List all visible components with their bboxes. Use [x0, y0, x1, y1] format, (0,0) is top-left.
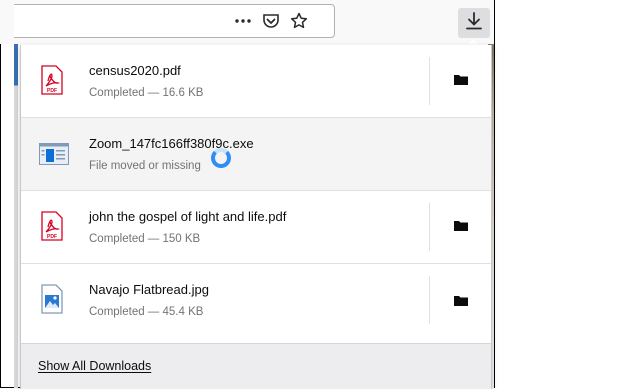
download-item[interactable]: Navajo Flatbread.jpg Completed — 45.4 KB [21, 264, 491, 343]
pocket-icon[interactable] [260, 10, 282, 32]
download-status: Completed — 16.6 KB [89, 87, 204, 99]
more-actions-icon[interactable] [232, 10, 254, 32]
folder-icon [453, 293, 468, 311]
page-behind-left-strip [14, 44, 18, 388]
bookmark-star-icon[interactable] [288, 10, 310, 32]
download-item[interactable]: Zoom_147fc166ff380f9c.exe File moved or … [21, 118, 491, 191]
download-filename: Navajo Flatbread.jpg [89, 282, 209, 297]
show-all-downloads-label: Show All Downloads [38, 359, 152, 373]
downloads-icon [465, 11, 483, 36]
url-bar[interactable] [14, 4, 335, 38]
show-in-folder-button[interactable] [430, 264, 491, 340]
svg-text:PDF: PDF [47, 88, 57, 94]
downloads-panel: PDF census2020.pdf Completed — 16.6 KB Z… [20, 45, 492, 389]
folder-icon [453, 218, 468, 236]
download-status: File moved or missing [89, 160, 201, 172]
blank-right-area [495, 0, 637, 388]
show-in-folder-button[interactable] [430, 191, 491, 263]
show-in-folder-button[interactable] [430, 45, 491, 117]
download-item[interactable]: PDF census2020.pdf Completed — 16.6 KB [21, 45, 491, 118]
exe-file-icon [39, 143, 69, 165]
download-filename: Zoom_147fc166ff380f9c.exe [89, 136, 254, 151]
browser-toolbar [0, 0, 494, 44]
image-file-icon [41, 284, 63, 314]
downloads-button[interactable] [458, 8, 490, 38]
download-item[interactable]: PDF john the gospel of light and life.pd… [21, 191, 491, 264]
download-filename: john the gospel of light and life.pdf [89, 209, 287, 224]
panel-edge-divider [494, 0, 495, 388]
pdf-file-icon: PDF [41, 211, 63, 241]
show-all-downloads-button[interactable]: Show All Downloads [21, 343, 491, 389]
download-status: Completed — 150 KB [89, 233, 201, 245]
pdf-file-icon: PDF [41, 65, 63, 95]
folder-icon [453, 72, 468, 90]
svg-text:PDF: PDF [47, 234, 57, 240]
download-filename: census2020.pdf [89, 63, 181, 78]
download-status: Completed — 45.4 KB [89, 306, 204, 318]
busy-cursor-spinner [211, 148, 231, 168]
